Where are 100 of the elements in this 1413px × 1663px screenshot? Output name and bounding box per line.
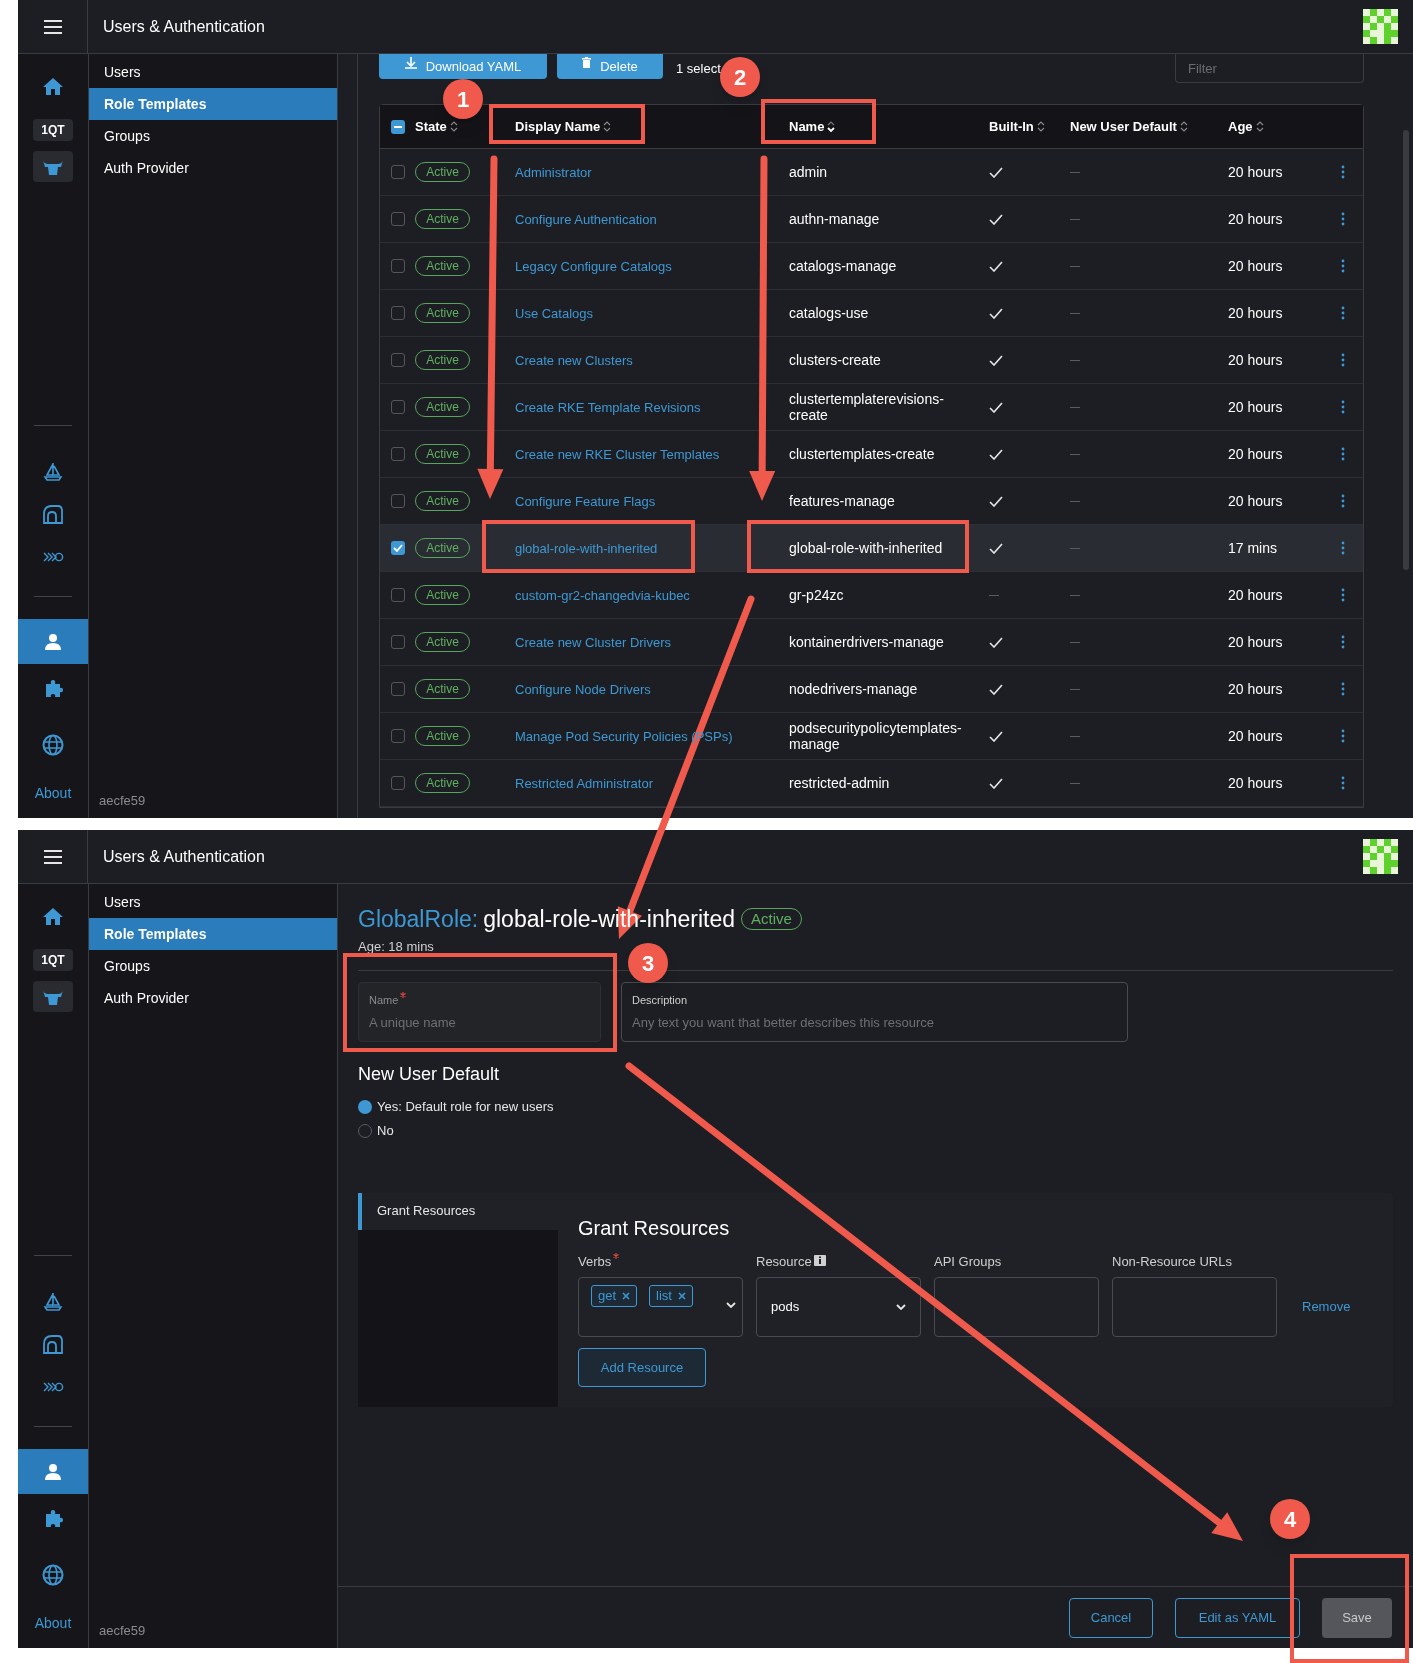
cluster-badge[interactable]: 1QT (33, 119, 73, 141)
column-header[interactable]: State (415, 116, 458, 137)
input-field[interactable]: A unique name (369, 1013, 590, 1033)
nav-item[interactable]: Users (89, 886, 337, 918)
checkbox[interactable] (391, 635, 405, 649)
verb-tag[interactable]: list (649, 1285, 693, 1307)
role-link[interactable]: Create new RKE Cluster Templates (515, 446, 720, 462)
checkbox[interactable] (391, 259, 405, 273)
bull-icon[interactable] (33, 981, 73, 1012)
checkbox[interactable] (391, 119, 405, 134)
delete-button[interactable]: Delete (557, 54, 663, 79)
nav-item[interactable]: Auth Provider (89, 982, 337, 1014)
nav-item[interactable]: Role Templates (89, 918, 337, 950)
column-header[interactable]: Age (1228, 116, 1264, 137)
role-link[interactable]: Configure Feature Flags (515, 493, 656, 509)
more-icon[interactable] (1341, 635, 1345, 649)
role-link[interactable]: Create RKE Template Revisions (515, 399, 701, 415)
column-header[interactable]: Display Name (515, 116, 612, 137)
checkbox[interactable] (391, 400, 405, 414)
arch-icon[interactable] (42, 504, 64, 524)
checkbox[interactable] (391, 212, 405, 226)
checkbox[interactable] (391, 165, 405, 179)
checkbox[interactable] (391, 682, 405, 696)
role-link[interactable]: custom-gr2-changedvia-kubec (515, 587, 690, 603)
arch-icon[interactable] (42, 1334, 64, 1354)
user-icon[interactable] (44, 1462, 62, 1481)
sort-icon[interactable] (827, 120, 836, 133)
role-link[interactable]: Configure Node Drivers (515, 681, 651, 697)
column-header[interactable]: Built-In (989, 116, 1045, 137)
puzzle-icon[interactable] (43, 1507, 63, 1528)
chevrons-icon[interactable] (42, 552, 64, 562)
sailboat-icon[interactable] (43, 461, 63, 481)
role-link[interactable]: Create new Cluster Drivers (515, 634, 672, 650)
cluster-badge[interactable]: 1QT (33, 949, 73, 971)
column-header[interactable]: Name (789, 116, 836, 137)
api-groups-field[interactable] (934, 1277, 1099, 1337)
menu-icon[interactable] (42, 18, 63, 35)
verb-tag[interactable]: get (591, 1285, 638, 1307)
name-field[interactable]: Name A unique name (358, 981, 601, 1042)
more-icon[interactable] (1341, 447, 1345, 461)
bull-icon[interactable] (33, 151, 73, 182)
resource-select[interactable]: pods (756, 1277, 921, 1337)
chevrons-icon[interactable] (42, 1382, 64, 1392)
add-resource-button[interactable]: Add Resource (578, 1348, 706, 1387)
more-icon[interactable] (1341, 353, 1345, 367)
column-header[interactable]: New User Default (1070, 116, 1188, 137)
role-link[interactable]: Administrator (515, 164, 592, 180)
urls-field[interactable] (1112, 1277, 1277, 1337)
more-icon[interactable] (1341, 588, 1345, 602)
more-icon[interactable] (1341, 306, 1345, 320)
home-icon[interactable] (42, 906, 64, 926)
checkbox[interactable] (391, 353, 405, 367)
puzzle-icon[interactable] (43, 677, 63, 698)
more-icon[interactable] (1341, 400, 1345, 414)
role-link[interactable]: Configure Authentication (515, 211, 657, 227)
footer-button[interactable]: Edit as YAML (1175, 1597, 1300, 1638)
nav-item[interactable]: Users (89, 56, 337, 88)
radio-button[interactable] (358, 1099, 372, 1114)
menu-icon[interactable] (42, 848, 63, 865)
role-link[interactable]: Restricted Administrator (515, 775, 653, 791)
remove-link[interactable]: Remove (1302, 1297, 1351, 1317)
filter-field[interactable]: Filter (1175, 54, 1364, 83)
download-button[interactable]: Download YAML (379, 54, 547, 79)
more-icon[interactable] (1341, 541, 1345, 555)
checkbox[interactable] (391, 776, 405, 790)
globe-icon[interactable] (42, 733, 64, 756)
about-link[interactable]: About (34, 783, 72, 804)
role-link[interactable]: Create new Clusters (515, 352, 633, 368)
role-link[interactable]: global-role-with-inherited (515, 540, 658, 556)
checkbox[interactable] (391, 729, 405, 743)
nav-item[interactable]: Groups (89, 950, 337, 982)
more-icon[interactable] (1341, 494, 1345, 508)
checkbox[interactable] (391, 494, 405, 508)
checkbox[interactable] (391, 447, 405, 461)
role-link[interactable]: Use Catalogs (515, 305, 594, 321)
scrollbar-thumb[interactable] (1403, 130, 1409, 570)
globe-icon[interactable] (42, 1563, 64, 1586)
more-icon[interactable] (1341, 729, 1345, 743)
info-icon[interactable] (813, 1255, 826, 1268)
more-icon[interactable] (1341, 165, 1345, 179)
input-field[interactable]: Any text you want that better describes this resource (632, 1013, 1117, 1033)
nav-item[interactable]: Groups (89, 120, 337, 152)
role-link[interactable]: Legacy Configure Catalogs (515, 258, 672, 274)
close-icon[interactable] (622, 1292, 631, 1300)
nav-item[interactable]: Role Templates (89, 88, 337, 120)
description-field[interactable]: Description Any text you want that better describes this resource (621, 981, 1128, 1042)
more-icon[interactable] (1341, 259, 1345, 273)
footer-button[interactable]: Cancel (1069, 1597, 1153, 1638)
verbs-field[interactable]: get list (578, 1277, 743, 1337)
checkbox[interactable] (391, 306, 405, 320)
home-icon[interactable] (42, 76, 64, 96)
more-icon[interactable] (1341, 212, 1345, 226)
nav-item[interactable]: Auth Provider (89, 152, 337, 184)
close-icon[interactable] (677, 1292, 686, 1300)
more-icon[interactable] (1341, 682, 1345, 696)
more-icon[interactable] (1341, 776, 1345, 790)
checkbox[interactable] (391, 588, 405, 602)
checkbox[interactable] (391, 541, 405, 555)
about-link[interactable]: About (34, 1613, 72, 1634)
sailboat-icon[interactable] (43, 1291, 63, 1311)
